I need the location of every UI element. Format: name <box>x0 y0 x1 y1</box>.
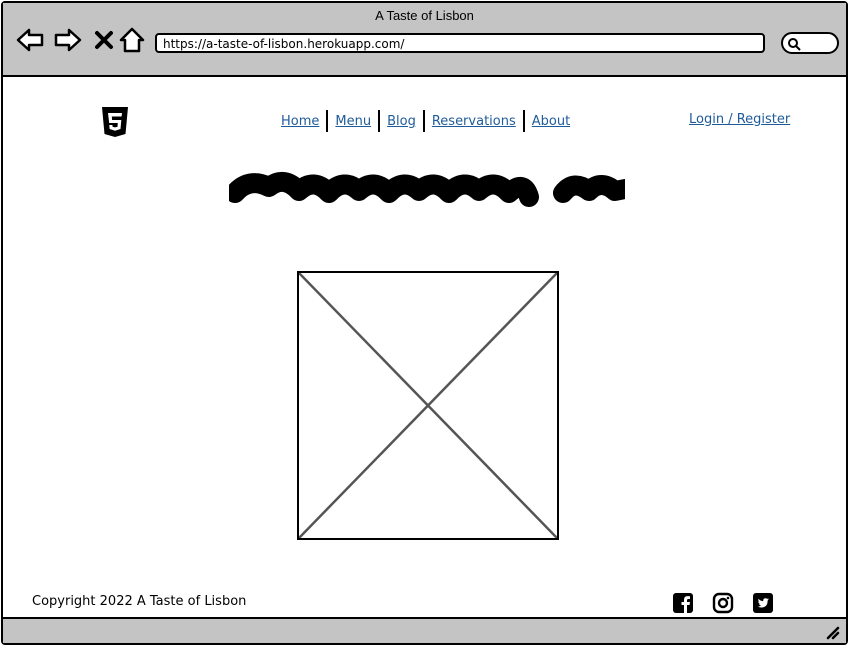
nav-separator <box>522 110 525 132</box>
home-icon[interactable] <box>117 25 147 55</box>
browser-window: A Taste of Lisbon https://a-taste-of-lis… <box>1 1 848 645</box>
main-nav: Home Menu Blog Reservations About <box>277 109 574 133</box>
nav-link-reservations[interactable]: Reservations <box>428 114 520 129</box>
login-register-link[interactable]: Login / Register <box>689 112 790 127</box>
url-bar[interactable]: https://a-taste-of-lisbon.herokuapp.com/ <box>155 33 765 53</box>
window-title: A Taste of Lisbon <box>375 8 474 23</box>
nav-link-menu[interactable]: Menu <box>331 114 375 129</box>
nav-link-home[interactable]: Home <box>277 114 323 129</box>
status-bar <box>3 617 846 643</box>
nav-separator <box>422 110 425 132</box>
browser-toolbar: A Taste of Lisbon https://a-taste-of-lis… <box>3 3 846 77</box>
facebook-icon[interactable] <box>672 592 694 614</box>
instagram-icon[interactable] <box>712 592 734 614</box>
search-icon <box>788 38 801 51</box>
nav-separator <box>378 110 381 132</box>
nav-link-about[interactable]: About <box>528 114 574 129</box>
image-placeholder <box>297 271 559 540</box>
nav-separator <box>326 110 329 132</box>
twitter-icon[interactable] <box>752 592 774 614</box>
resize-grip-icon[interactable] <box>824 624 840 640</box>
copyright-text: Copyright 2022 A Taste of Lisbon <box>32 594 247 609</box>
arrow-right-icon[interactable] <box>53 25 83 55</box>
html5-logo-icon[interactable] <box>101 106 129 138</box>
close-icon[interactable] <box>89 25 119 55</box>
arrow-left-icon[interactable] <box>15 25 45 55</box>
heading-scribble <box>225 171 635 215</box>
search-field[interactable] <box>781 32 839 54</box>
nav-link-blog[interactable]: Blog <box>383 114 420 129</box>
